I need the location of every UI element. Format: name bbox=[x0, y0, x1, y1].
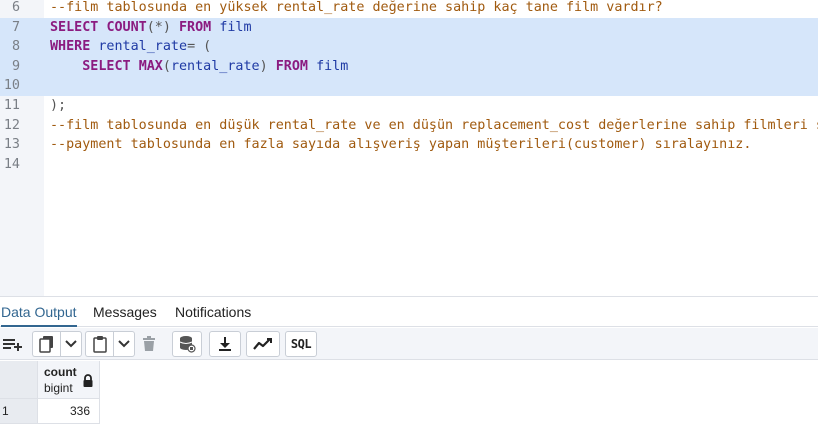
lock-icon bbox=[83, 374, 93, 387]
line-number: 6 bbox=[11, 0, 20, 15]
code-text: WHERE rental_rate= ( bbox=[50, 37, 211, 57]
code-token: ); bbox=[50, 98, 67, 113]
delete-button[interactable] bbox=[138, 331, 160, 357]
column-name: count bbox=[44, 365, 77, 379]
grid-corner-cell[interactable] bbox=[0, 361, 38, 399]
code-line[interactable]: 8 WHERE rental_rate= ( bbox=[0, 37, 818, 57]
code-line[interactable]: 14 bbox=[0, 155, 818, 175]
line-number: 14 bbox=[3, 156, 20, 172]
code-line[interactable]: 11); bbox=[0, 96, 818, 116]
paste-button[interactable] bbox=[85, 331, 113, 357]
row-number[interactable]: 1 bbox=[0, 399, 38, 424]
delete-icon bbox=[143, 336, 155, 351]
line-number: 10 bbox=[3, 78, 20, 94]
line-number: 12 bbox=[3, 117, 20, 133]
graph-icon bbox=[253, 338, 272, 350]
code-text: --payment tablosunda en fazla sayıda alı… bbox=[50, 135, 751, 155]
download-icon bbox=[219, 337, 231, 351]
paste-icon bbox=[92, 336, 107, 353]
paste-options-button[interactable] bbox=[113, 331, 135, 357]
code-token: COUNT bbox=[106, 19, 147, 35]
copy-icon bbox=[38, 336, 53, 353]
download-button[interactable] bbox=[209, 331, 241, 357]
code-line[interactable]: 12 --film tablosunda en düşük rental_rate… bbox=[0, 116, 818, 136]
sql-editor[interactable]: 6 --film tablosunda en yüksek rental_rate… bbox=[0, 0, 818, 296]
code-token: (*) bbox=[146, 19, 179, 35]
code-line[interactable]: 10 bbox=[0, 76, 818, 96]
add-row-icon bbox=[3, 339, 22, 351]
code-token: rental_rate bbox=[98, 39, 188, 55]
code-text: SELECT COUNT(*) FROM film bbox=[50, 18, 252, 38]
code-token: rental_rate bbox=[170, 58, 260, 74]
results-panel: Data Output Messages Notifications SQL c… bbox=[0, 296, 818, 443]
sql-icon: SQL bbox=[290, 337, 312, 351]
data-output-toolbar: SQL bbox=[0, 328, 818, 360]
chevron-down-icon bbox=[118, 340, 130, 348]
line-number: 9 bbox=[11, 58, 20, 74]
code-token: WHERE bbox=[50, 39, 99, 55]
code-token: SELECT bbox=[82, 58, 139, 74]
code-token: SELECT bbox=[50, 19, 107, 35]
copy-button[interactable] bbox=[32, 331, 60, 357]
line-number: 8 bbox=[11, 39, 20, 55]
column-type: bigint bbox=[44, 381, 73, 395]
line-number: 7 bbox=[11, 19, 20, 35]
code-line[interactable]: 6 --film tablosunda en yüksek rental_rate… bbox=[0, 0, 818, 18]
table-cell[interactable]: 336 bbox=[38, 399, 100, 424]
code-token: FROM bbox=[275, 58, 317, 74]
column-header-count[interactable]: count bigint bbox=[38, 361, 100, 399]
code-token: MAX bbox=[138, 58, 163, 74]
tab-data-output[interactable]: Data Output bbox=[1, 302, 77, 327]
line-number: 11 bbox=[3, 98, 20, 113]
view-sql-button[interactable]: SQL bbox=[285, 331, 317, 357]
code-text: --film tablosunda en düşük rental_rate v… bbox=[50, 116, 818, 136]
graph-visualiser-button[interactable] bbox=[246, 331, 280, 357]
tab-messages[interactable]: Messages bbox=[93, 302, 157, 326]
add-row-button[interactable] bbox=[0, 331, 26, 357]
code-text: --film tablosunda en yüksek rental_rate … bbox=[50, 0, 663, 18]
line-number: 13 bbox=[3, 137, 20, 153]
code-token: = ( bbox=[187, 39, 212, 55]
code-token: ( bbox=[162, 58, 171, 74]
code-text: ); bbox=[50, 96, 66, 116]
code-token: film bbox=[316, 58, 349, 74]
save-data-icon bbox=[179, 336, 196, 353]
save-data-button[interactable] bbox=[172, 331, 202, 357]
chevron-down-icon bbox=[65, 340, 77, 348]
code-token: --payment tablosunda en fazla sayıda alı… bbox=[50, 137, 752, 153]
code-token: --film tablosunda en yüksek rental_rate … bbox=[50, 0, 663, 15]
code-line[interactable]: 13 --payment tablosunda en fazla sayıda a… bbox=[0, 135, 818, 155]
code-token: FROM bbox=[179, 19, 220, 35]
code-line[interactable]: 7 SELECT COUNT(*) FROM film bbox=[0, 17, 818, 38]
code-token: ) bbox=[259, 58, 276, 74]
code-token: --film tablosunda en düşük rental_rate v… bbox=[50, 117, 818, 133]
code-text: SELECT MAX(rental_rate) FROM film bbox=[50, 57, 348, 77]
tab-notifications[interactable]: Notifications bbox=[175, 302, 251, 326]
code-token: film bbox=[219, 19, 252, 35]
results-tabs: Data Output Messages Notifications bbox=[0, 297, 818, 327]
code-line[interactable]: 9 SELECT MAX(rental_rate) FROM film bbox=[0, 56, 818, 77]
copy-options-button[interactable] bbox=[60, 331, 82, 357]
